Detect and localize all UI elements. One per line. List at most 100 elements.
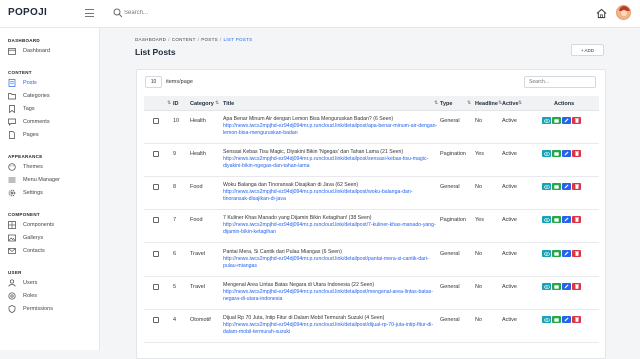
view-button[interactable] — [542, 117, 551, 124]
view-button[interactable] — [542, 250, 551, 257]
post-url-link[interactable]: http://news.iwcs2mpjhd-ez94dj094mr.p.run… — [223, 123, 438, 137]
table-search-input[interactable] — [524, 76, 596, 88]
message-button[interactable] — [552, 283, 561, 290]
post-url-link[interactable]: http://news.iwcs2mpjhd-ez94dj094mr.p.run… — [223, 156, 438, 170]
sort-icon[interactable]: ⇅ — [518, 100, 522, 106]
view-button[interactable] — [542, 183, 551, 190]
edit-button[interactable] — [562, 150, 571, 157]
page-size-select[interactable]: 10 — [145, 76, 162, 88]
row-checkbox[interactable] — [153, 184, 159, 190]
view-button[interactable] — [542, 150, 551, 157]
sidebar-item-themes[interactable]: Themes — [8, 162, 96, 172]
row-checkbox[interactable] — [153, 284, 159, 290]
app-logo[interactable]: POPOJI — [8, 7, 47, 18]
trash-icon — [574, 217, 579, 222]
row-checkbox[interactable] — [153, 317, 159, 323]
sort-icon[interactable]: ⇅ — [467, 100, 471, 106]
delete-button[interactable] — [572, 183, 581, 190]
sidebar-item-label: Posts — [23, 80, 37, 86]
add-post-button[interactable]: + ADD — [571, 44, 604, 56]
pencil-icon — [564, 251, 569, 256]
cell-type: General — [440, 251, 460, 257]
sidebar-item-label: Comments — [23, 119, 50, 125]
row-checkbox[interactable] — [153, 217, 159, 223]
delete-button[interactable] — [572, 316, 581, 323]
sidebar-item-users[interactable]: Users — [8, 278, 96, 288]
sidebar-item-menu-manager[interactable]: Menu Manager — [8, 175, 96, 185]
sidebar-item-roles[interactable]: Roles — [8, 291, 96, 301]
cell-active: Active — [502, 251, 517, 257]
delete-button[interactable] — [572, 250, 581, 257]
sidebar-item-comments[interactable]: Comments — [8, 117, 96, 127]
cell-category: Food — [190, 217, 203, 223]
column-header-type[interactable]: Type — [440, 101, 452, 107]
row-checkbox[interactable] — [153, 151, 159, 157]
cell-title: Apa Benar Minum Air dengan Lemon Bisa Me… — [223, 116, 438, 137]
post-url-link[interactable]: http://news.iwcs2mpjhd-ez94dj094mr.p.run… — [223, 189, 438, 203]
post-url-link[interactable]: http://news.iwcs2mpjhd-ez94dj094mr.p.run… — [223, 222, 438, 236]
message-button[interactable] — [552, 117, 561, 124]
edit-button[interactable] — [562, 117, 571, 124]
sidebar-item-tags[interactable]: Tags — [8, 104, 96, 114]
breadcrumb-posts[interactable]: POSTS — [201, 37, 218, 42]
edit-button[interactable] — [562, 316, 571, 323]
sidebar-item-settings[interactable]: Settings — [8, 188, 96, 198]
hamburger-menu-icon[interactable] — [85, 9, 94, 17]
components-icon — [8, 221, 16, 229]
message-button[interactable] — [552, 183, 561, 190]
sidebar-item-posts[interactable]: Posts — [8, 78, 96, 88]
cell-active: Active — [502, 284, 517, 290]
envelope-icon — [554, 251, 559, 256]
post-url-link[interactable]: http://news.iwcs2mpjhd-ez94dj094mr.p.run… — [223, 256, 438, 270]
pencil-icon — [564, 317, 569, 322]
gear-icon — [8, 189, 16, 197]
edit-button[interactable] — [562, 283, 571, 290]
edit-button[interactable] — [562, 250, 571, 257]
sidebar-item-categories[interactable]: Categories — [8, 91, 96, 101]
column-header-category[interactable]: Category — [190, 101, 214, 107]
sidebar-item-components[interactable]: Components — [8, 220, 96, 230]
breadcrumb-content[interactable]: CONTENT — [172, 37, 196, 42]
view-button[interactable] — [542, 316, 551, 323]
sidebar-item-gallerys[interactable]: Gallerys — [8, 233, 96, 243]
delete-button[interactable] — [572, 117, 581, 124]
column-header-id[interactable]: ID — [173, 101, 179, 107]
breadcrumb-dashboard[interactable]: DASHBOARD — [135, 37, 166, 42]
search-input[interactable] — [124, 6, 324, 20]
cell-category: Travel — [190, 251, 206, 257]
row-checkbox[interactable] — [153, 251, 159, 257]
column-header-active[interactable]: Active — [502, 101, 519, 107]
post-url-link[interactable]: http://news.iwcs2mpjhd-ez94dj094mr.p.run… — [223, 322, 438, 336]
sidebar-item-label: Settings — [23, 190, 43, 196]
message-button[interactable] — [552, 250, 561, 257]
avatar[interactable] — [616, 5, 631, 20]
sidebar-item-permissions[interactable]: Permissions — [8, 304, 96, 314]
comment-icon — [8, 118, 16, 126]
message-button[interactable] — [552, 150, 561, 157]
sort-icon[interactable]: ⇅ — [167, 100, 171, 106]
sort-icon[interactable]: ⇅ — [215, 100, 219, 106]
edit-button[interactable] — [562, 183, 571, 190]
home-icon[interactable] — [596, 8, 607, 19]
view-button[interactable] — [542, 283, 551, 290]
delete-button[interactable] — [572, 283, 581, 290]
delete-button[interactable] — [572, 216, 581, 223]
message-button[interactable] — [552, 316, 561, 323]
cell-id: 9 — [173, 151, 177, 157]
edit-button[interactable] — [562, 216, 571, 223]
shield-icon — [8, 305, 16, 313]
sidebar-item-pages[interactable]: Pages — [8, 130, 96, 140]
column-header-title[interactable]: Title — [223, 101, 234, 107]
cell-category: Food — [190, 184, 203, 190]
eye-icon — [543, 118, 550, 123]
row-checkbox[interactable] — [153, 118, 159, 124]
delete-button[interactable] — [572, 150, 581, 157]
sidebar-item-dashboard[interactable]: Dashboard — [8, 46, 96, 56]
message-button[interactable] — [552, 216, 561, 223]
sidebar-item-contacts[interactable]: Contacts — [8, 246, 96, 256]
post-title: Sensasi Kebas Tisu Magic, Diyakini Bikin… — [223, 149, 404, 155]
view-button[interactable] — [542, 216, 551, 223]
column-header-headline[interactable]: Headline — [475, 101, 498, 107]
sort-icon[interactable]: ⇅ — [434, 100, 438, 106]
post-url-link[interactable]: http://news.iwcs2mpjhd-ez94dj094mr.p.run… — [223, 289, 438, 303]
